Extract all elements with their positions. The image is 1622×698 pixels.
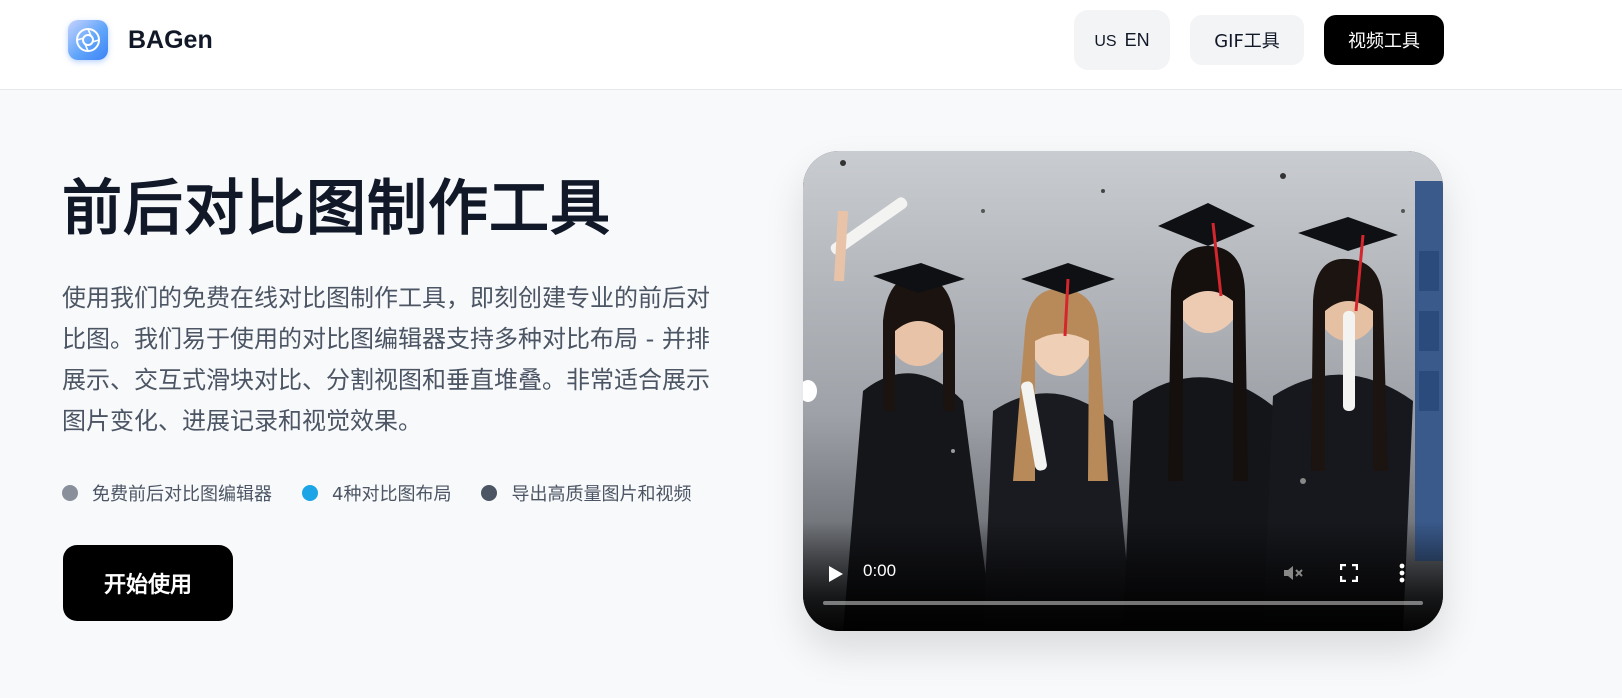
brand-name: BAGen xyxy=(128,25,213,54)
bullet-dot-icon xyxy=(302,485,318,501)
camera-aperture-icon xyxy=(68,20,108,60)
feature-label: 免费前后对比图编辑器 xyxy=(92,484,272,505)
more-options-icon[interactable] xyxy=(1399,563,1405,583)
fullscreen-icon[interactable] xyxy=(1340,564,1358,582)
gif-tool-button[interactable]: GIF工具 xyxy=(1190,15,1304,65)
video-tool-button[interactable]: 视频工具 xyxy=(1324,15,1444,65)
feature-item-free-editor: 免费前后对比图编辑器 xyxy=(62,480,272,506)
video-time: 0:00 xyxy=(863,561,897,580)
video-progress-bar[interactable] xyxy=(823,601,1423,605)
feature-label: 4种对比图布局 xyxy=(332,484,452,505)
language-switcher-button[interactable]: US EN xyxy=(1074,10,1170,70)
play-icon[interactable] xyxy=(827,564,845,584)
bullet-dot-icon xyxy=(62,485,78,501)
feature-item-export: 导出高质量图片和视频 xyxy=(481,480,691,506)
feature-item-layouts: 4种对比图布局 xyxy=(302,480,451,506)
language-label: EN xyxy=(1124,29,1150,50)
feature-list: 免费前后对比图编辑器 4种对比图布局 导出高质量图片和视频 xyxy=(62,480,691,506)
hero-description: 使用我们的免费在线对比图制作工具，即刻创建专业的前后对比图。我们易于使用的对比图… xyxy=(62,284,710,435)
site-header: BAGen US EN GIF工具 视频工具 xyxy=(0,0,1622,90)
get-started-button[interactable]: 开始使用 xyxy=(63,545,233,621)
page-title: 前后对比图制作工具 xyxy=(62,174,611,244)
brand-logo[interactable]: BAGen xyxy=(68,20,213,60)
mute-icon[interactable] xyxy=(1281,562,1303,584)
bullet-dot-icon xyxy=(481,485,498,501)
us-flag-icon: US xyxy=(1094,33,1117,50)
header-nav: US EN GIF工具 视频工具 xyxy=(1074,10,1444,70)
feature-label: 导出高质量图片和视频 xyxy=(511,484,692,505)
demo-video-player[interactable]: 0:00 xyxy=(803,151,1443,631)
